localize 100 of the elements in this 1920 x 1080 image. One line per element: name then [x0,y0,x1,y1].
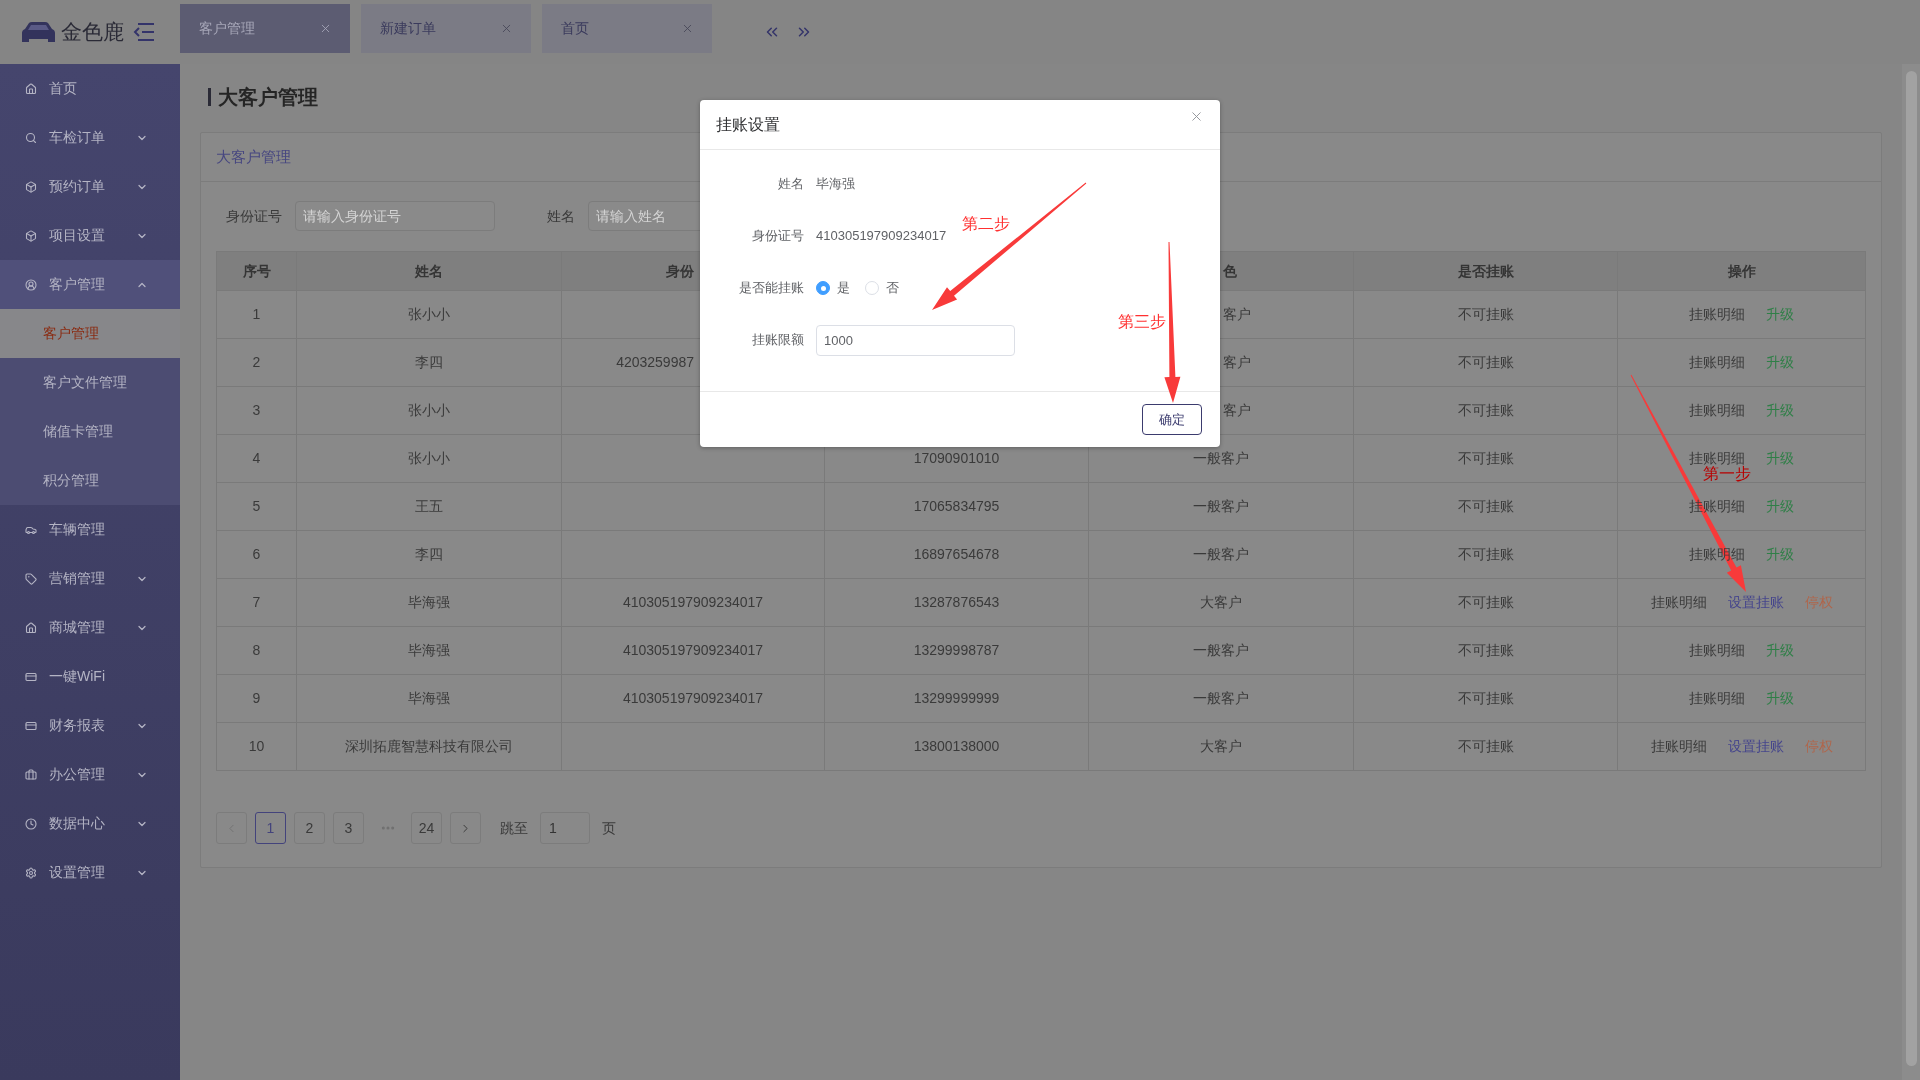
table-cell-text: 一般客户 [1193,497,1249,516]
set-credit-link[interactable]: 设置挂账 [1727,736,1784,757]
clock-icon [25,817,37,830]
table-cell-text: 13287876543 [913,593,1000,612]
sidebar-item[interactable]: 车检订单 [0,113,180,162]
table-cell-text: 一般客户 [1193,449,1249,468]
table-cell-text: 不可挂账 [1457,593,1514,612]
table-cell-text: 13800138000 [913,737,1000,756]
field-value: 毕海强 [816,175,855,194]
table-cell-text: 客户 [1223,353,1251,372]
title-accent-bar [208,88,211,106]
tab[interactable]: 新建订单 [361,4,531,53]
sidebar-item[interactable]: 数据中心 [0,799,180,848]
cube-icon [25,180,37,193]
column-header: 姓名 [415,261,443,281]
sidebar-item[interactable]: 项目设置 [0,211,180,260]
page-button[interactable]: 1 [255,812,286,844]
table-cell-text: 10 [248,737,265,756]
card-icon [25,670,37,683]
sidebar-item[interactable]: 商城管理 [0,603,180,652]
table-cell-text: 张小小 [408,401,450,420]
table-cell-text: 4 [252,449,261,468]
annotation-text: 第一步 [1703,466,1751,482]
close-icon[interactable] [681,22,694,35]
submenu-item[interactable]: 储值卡管理 [0,407,180,456]
detail-link[interactable]: 挂账明细 [1689,688,1745,709]
table-cell-text: 张小小 [408,449,450,468]
submenu-item[interactable]: 积分管理 [0,456,180,505]
sidebar-item[interactable]: 一键WiFi [0,652,180,701]
page-input[interactable]: 1 [540,812,590,844]
table-cell-text: 一般客户 [1193,689,1249,708]
input-field[interactable]: 1000 [816,324,1015,356]
sidebar-item[interactable]: 首页 [0,64,180,113]
field-label: 挂账限额 [751,331,804,350]
detail-link[interactable]: 挂账明细 [1689,352,1745,373]
table-cell-text: 17090901010 [913,449,1000,468]
page-button[interactable]: 3 [333,812,364,844]
home-icon [25,82,37,95]
annotation-text: 第二步 [962,216,1010,232]
table-cell-text: 大客户 [1200,593,1242,612]
search-field[interactable]: 请输入身份证号 [295,201,495,231]
close-icon[interactable] [319,22,332,35]
sidebar-item[interactable]: 财务报表 [0,701,180,750]
sidebar-item[interactable]: 车辆管理 [0,505,180,554]
submenu-item[interactable]: 客户管理 [0,309,180,358]
page-title: 大客户管理 [218,85,318,110]
detail-link[interactable]: 挂账明细 [1650,592,1707,613]
set-credit-link[interactable]: 设置挂账 [1727,592,1784,613]
search-label: 身份证号 [226,206,282,226]
confirm-button[interactable]: 确定 [1142,404,1202,435]
table-cell-text: 不可挂账 [1457,545,1514,564]
column-header: 是否挂账 [1457,261,1514,281]
car-logo-icon [21,21,56,43]
sidebar-item[interactable]: 办公管理 [0,750,180,799]
search-icon [25,131,37,144]
table-cell-text: 16897654678 [913,545,1000,564]
close-icon[interactable] [500,22,513,35]
sidebar-item[interactable]: 预约订单 [0,162,180,211]
table-cell-text: 王五 [415,497,443,516]
table-cell-text: 不可挂账 [1457,641,1514,660]
radio-option[interactable]: 否 [865,278,899,298]
table-cell-text: 2 [252,353,261,372]
submenu-item[interactable]: 客户文件管理 [0,358,180,407]
detail-link[interactable]: 挂账明细 [1689,400,1745,421]
radio-option[interactable]: 是 [816,278,850,298]
tab[interactable]: 首页 [542,4,712,53]
table-cell-text: 3 [252,401,261,420]
sidebar-item[interactable]: 客户管理 [0,260,180,309]
search-label: 姓名 [547,206,575,226]
column-header: 色 [1223,261,1237,281]
table-cell-text: 9 [252,689,261,708]
detail-link[interactable]: 挂账明细 [1650,736,1707,757]
field-label: 姓名 [777,175,804,194]
table-cell-text: 一般客户 [1193,545,1249,564]
briefcase-icon [25,768,37,781]
tab[interactable]: 客户管理 [180,4,350,53]
house-icon [25,621,37,634]
jump-label: 跳至 [500,818,528,838]
detail-link[interactable]: 挂账明细 [1689,304,1745,325]
close-icon[interactable] [1189,109,1204,124]
table-cell-text: 不可挂账 [1457,737,1514,756]
field-value: 410305197909234017 [816,227,947,246]
table-cell-text: 深圳拓鹿智慧科技有限公司 [345,737,513,756]
next-page-button[interactable] [450,812,481,844]
table-cell-text: 13299999999 [913,689,1000,708]
sidebar-item[interactable]: 设置管理 [0,848,180,897]
table-cell-text: 410305197909234017 [622,641,764,660]
sidebar-item[interactable]: 营销管理 [0,554,180,603]
table-cell-text: 毕海强 [408,593,450,612]
detail-link[interactable]: 挂账明细 [1689,640,1745,661]
table-cell-text: 5 [252,497,261,516]
menu-fold-icon[interactable] [133,23,154,41]
page-button[interactable]: 24 [411,812,442,844]
page-button[interactable]: 2 [294,812,325,844]
table-cell-text: 7 [252,593,261,612]
table-cell-text: 不可挂账 [1457,689,1514,708]
table-cell-text: 13299998787 [913,641,1000,660]
table-cell-text: 17065834795 [913,497,1000,516]
table-cell-text: 张小小 [408,305,450,324]
table-cell-text: 不可挂账 [1457,401,1514,420]
